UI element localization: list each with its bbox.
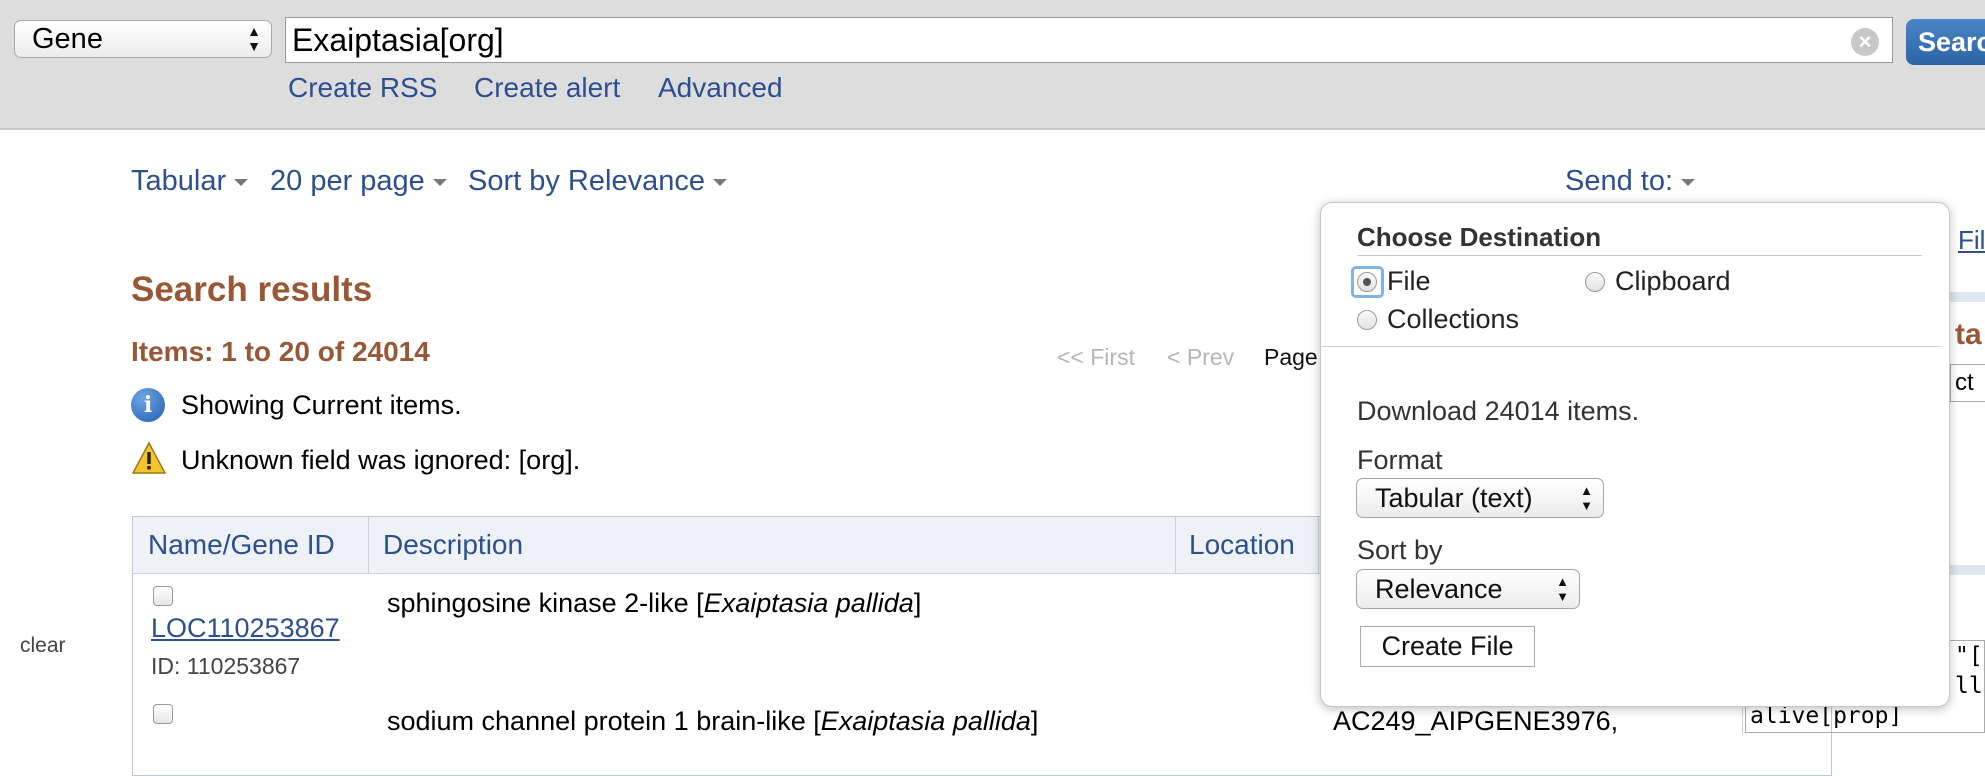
- items-count: Items: 1 to 20 of 24014: [131, 336, 430, 367]
- create-rss-link[interactable]: Create RSS: [288, 72, 437, 104]
- format-select[interactable]: Tabular (text) ▲ ▼: [1356, 478, 1604, 518]
- column-header-description[interactable]: Description: [383, 517, 523, 573]
- column-header-name[interactable]: Name/Gene ID: [148, 517, 335, 573]
- warning-message-text: Unknown field was ignored: [org].: [181, 445, 581, 475]
- select-arrows-icon: ▲ ▼: [1556, 574, 1569, 604]
- radio-file[interactable]: [1357, 272, 1377, 292]
- warning-icon: [131, 441, 167, 474]
- warning-message: Unknown field was ignored: [org].: [131, 441, 581, 476]
- per-page-dropdown[interactable]: 20 per page: [270, 165, 447, 198]
- row-checkbox[interactable]: [153, 586, 173, 606]
- side-input-value: ct: [1955, 369, 1974, 396]
- gene-location: AC249_AIPGENE3976,: [1333, 706, 1619, 736]
- format-label: Tabular: [131, 165, 227, 197]
- side-panel-bar: [1950, 292, 1985, 302]
- gene-description: sphingosine kinase 2-like [Exaiptasia pa…: [387, 588, 921, 619]
- organism-name: Exaiptasia pallida: [703, 588, 914, 618]
- side-panel-bar: [1950, 565, 1985, 575]
- search-button[interactable]: Search: [1906, 19, 1985, 65]
- sort-label: Sort by Relevance: [468, 165, 705, 197]
- description-text: sodium channel protein 1 brain-like [: [387, 706, 821, 736]
- column-header-location[interactable]: Location: [1189, 517, 1295, 573]
- row-checkbox[interactable]: [153, 704, 173, 724]
- pager-first[interactable]: << First: [1057, 344, 1135, 371]
- select-arrows-icon: ▲ ▼: [247, 23, 261, 54]
- divider: [1357, 255, 1922, 256]
- divider: [1320, 346, 1942, 347]
- send-to-label: Send to:: [1565, 165, 1674, 197]
- radio-clipboard[interactable]: [1585, 272, 1605, 292]
- pager-page-label: Page: [1264, 344, 1318, 370]
- pager-prev[interactable]: < Prev: [1167, 344, 1234, 371]
- format-select-value: Tabular (text): [1375, 483, 1533, 513]
- description-text: sphingosine kinase 2-like [: [387, 588, 704, 618]
- sort-dropdown[interactable]: Sort by Relevance: [468, 165, 727, 198]
- radio-clipboard-label[interactable]: Clipboard: [1615, 266, 1731, 297]
- description-close: ]: [1030, 706, 1039, 736]
- clear-link[interactable]: clear: [20, 634, 66, 658]
- info-message: i Showing Current items.: [131, 388, 462, 422]
- download-count-text: Download 24014 items.: [1357, 396, 1640, 426]
- column-divider: [1318, 517, 1319, 573]
- gene-link[interactable]: LOC110253867: [151, 613, 340, 644]
- clear-search-icon[interactable]: ×: [1851, 28, 1879, 56]
- column-divider: [1175, 517, 1176, 573]
- chevron-down-icon: [1681, 178, 1696, 186]
- create-file-button[interactable]: Create File: [1360, 626, 1535, 667]
- sort-field-label: Sort by: [1357, 535, 1443, 565]
- format-field-label: Format: [1357, 445, 1443, 475]
- page-title: Search results: [131, 270, 373, 309]
- create-alert-link[interactable]: Create alert: [474, 72, 620, 104]
- side-input-partial[interactable]: ct: [1950, 364, 1985, 402]
- chevron-down-icon: [234, 178, 249, 186]
- chevron-down-icon: [712, 178, 727, 186]
- select-arrows-icon: ▲ ▼: [1580, 483, 1593, 513]
- organism-name: Exaiptasia pallida: [820, 706, 1031, 736]
- gene-description: sodium channel protein 1 brain-like [Exa…: [387, 706, 1038, 737]
- column-divider: [368, 517, 369, 573]
- radio-collections-label[interactable]: Collections: [1387, 304, 1519, 335]
- sort-select-value: Relevance: [1375, 574, 1503, 604]
- database-value: Gene: [32, 23, 103, 55]
- description-close: ]: [913, 588, 922, 618]
- radio-collections[interactable]: [1357, 310, 1377, 330]
- gene-id: ID: 110253867: [151, 653, 301, 679]
- database-select[interactable]: Gene ▲ ▼: [14, 20, 272, 58]
- advanced-search-link[interactable]: Advanced: [658, 72, 783, 104]
- search-query: Exaiptasia[org]: [292, 22, 504, 58]
- per-page-label: 20 per page: [270, 165, 425, 197]
- info-icon: i: [131, 388, 165, 422]
- radio-file-label[interactable]: File: [1387, 266, 1431, 297]
- search-input[interactable]: Exaiptasia[org] ×: [285, 17, 1893, 63]
- side-heading-partial: ta: [1955, 318, 1982, 351]
- file-link-partial[interactable]: Fil: [1958, 225, 1985, 256]
- info-message-text: Showing Current items.: [181, 390, 462, 420]
- chevron-down-icon: [432, 178, 447, 186]
- send-to-dropdown[interactable]: Send to:: [1565, 165, 1696, 198]
- popup-title: Choose Destination: [1357, 222, 1602, 252]
- format-dropdown[interactable]: Tabular: [131, 165, 249, 198]
- sort-select[interactable]: Relevance ▲ ▼: [1356, 569, 1580, 609]
